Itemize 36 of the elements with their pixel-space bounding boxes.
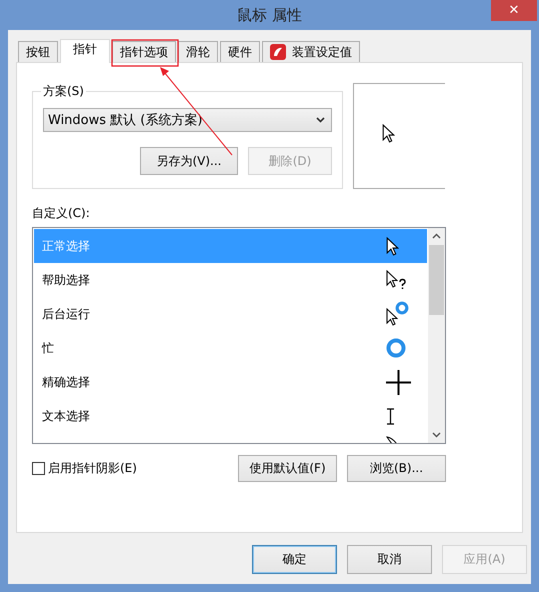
tab[interactable]: 装置设定值 — [262, 41, 360, 62]
checkbox-label: 启用指针阴影(E) — [48, 460, 137, 477]
scroll-up-icon[interactable] — [432, 233, 441, 239]
scroll-down-icon[interactable] — [432, 432, 441, 438]
text-cursor-icon — [386, 408, 395, 424]
list-button[interactable]: 使用默认值(F) — [238, 455, 337, 482]
scroll-thumb[interactable] — [429, 245, 444, 315]
scrollbar[interactable] — [428, 228, 445, 443]
list-button[interactable]: 浏览(B)... — [347, 455, 446, 482]
crosshair-icon — [386, 370, 411, 394]
busy-ring-icon — [386, 338, 406, 358]
tab[interactable]: 按钮 — [18, 41, 58, 62]
tab[interactable]: 指针选项 — [112, 41, 176, 62]
chevron-down-icon — [316, 117, 325, 123]
dialog-button[interactable]: 确定 — [252, 545, 337, 574]
list-item[interactable]: 精确选择 — [34, 365, 427, 399]
window-title: 鼠标 属性 — [237, 6, 302, 24]
list-item[interactable]: 忙 — [34, 331, 427, 365]
pointer-icon — [382, 124, 395, 143]
tab[interactable]: 硬件 — [220, 41, 260, 62]
shadow-checkbox[interactable]: 启用指针阴影(E) — [32, 460, 228, 477]
tab[interactable]: 滑轮 — [178, 41, 218, 62]
swirl-icon — [270, 44, 286, 60]
dialog-button[interactable]: 取消 — [347, 545, 432, 574]
busy-pointer-icon — [386, 301, 410, 327]
pointer-icon — [386, 236, 399, 256]
close-button[interactable]: ✕ — [491, 0, 537, 21]
list-item[interactable]: 文本选择 — [34, 399, 427, 433]
checkbox[interactable] — [32, 462, 45, 475]
list-item[interactable]: 帮助选择 — [34, 263, 427, 297]
list-item[interactable]: 后台运行 — [34, 297, 427, 331]
tab[interactable]: 指针 — [60, 39, 110, 63]
scheme-button[interactable]: 另存为(V)... — [140, 147, 238, 175]
list-label: 自定义(C): — [32, 205, 91, 222]
annotation-box — [111, 39, 179, 67]
group-label: 方案(S) — [42, 83, 85, 100]
